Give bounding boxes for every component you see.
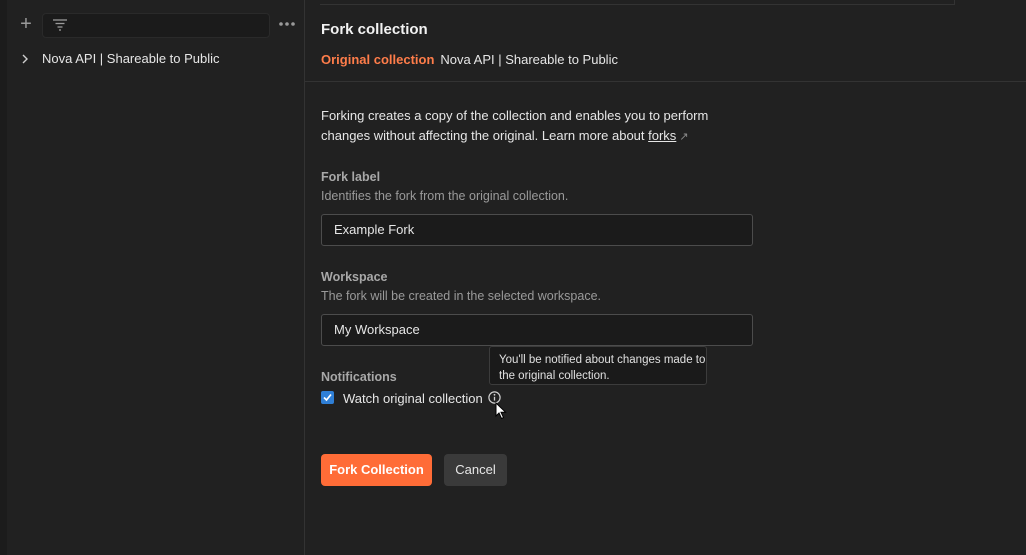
watch-collection-checkbox[interactable] xyxy=(321,391,334,404)
notifications-heading: Notifications xyxy=(321,370,397,384)
plus-icon[interactable]: + xyxy=(17,14,35,34)
more-horizontal-icon[interactable] xyxy=(277,14,297,34)
mouse-cursor-icon xyxy=(495,402,507,420)
fork-collection-button[interactable]: Fork Collection xyxy=(321,454,432,486)
sidebar-toolbar: + xyxy=(7,0,304,50)
check-icon xyxy=(323,393,332,402)
filter-input[interactable] xyxy=(42,13,270,38)
original-collection-label: Original collection xyxy=(321,52,435,67)
fork-collection-panel: Fork collection Original collection Nova … xyxy=(305,0,1026,555)
fork-label-heading: Fork label xyxy=(321,170,381,184)
workspace-help: The fork will be created in the selected… xyxy=(321,289,601,303)
external-link-icon: ↗ xyxy=(679,131,689,143)
watch-collection-label[interactable]: Watch original collection xyxy=(343,391,483,406)
chevron-right-icon[interactable] xyxy=(20,53,30,65)
workspace-select[interactable]: My Workspace xyxy=(321,314,753,346)
fork-description: Forking creates a copy of the collection… xyxy=(321,106,741,147)
forks-link[interactable]: forks xyxy=(648,128,676,143)
filter-icon xyxy=(53,19,67,31)
original-collection-value: Nova API | Shareable to Public xyxy=(440,52,618,67)
fork-label-help: Identifies the fork from the original co… xyxy=(321,189,569,203)
workspace-heading: Workspace xyxy=(321,270,388,284)
sidebar-item-nova-api[interactable]: Nova API | Shareable to Public xyxy=(7,48,304,70)
header-divider xyxy=(305,81,1026,82)
original-collection-row: Original collection Nova API | Shareable … xyxy=(321,52,618,67)
sidebar: + Nova API | Shareable to Public xyxy=(7,0,305,555)
fork-label-input[interactable]: Example Fork xyxy=(321,214,753,246)
cancel-button[interactable]: Cancel xyxy=(444,454,507,486)
sidebar-item-label: Nova API | Shareable to Public xyxy=(42,51,220,66)
notification-tooltip: You'll be notified about changes made to… xyxy=(489,346,707,385)
page-title: Fork collection xyxy=(321,21,428,38)
